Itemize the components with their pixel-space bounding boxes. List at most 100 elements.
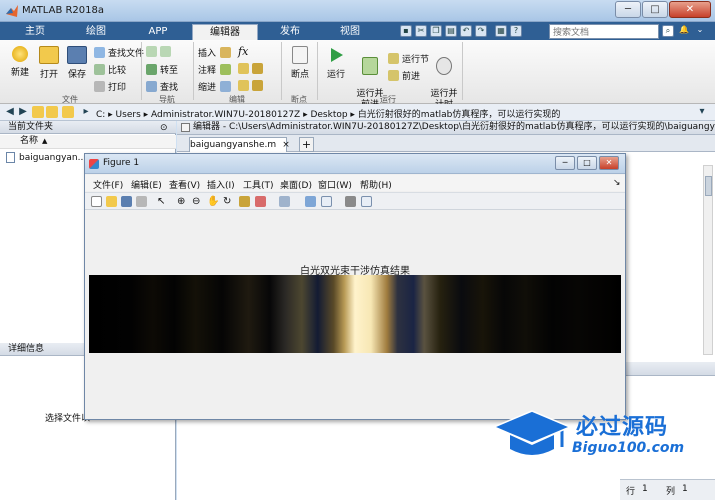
close-button[interactable]: ✕ (669, 1, 711, 18)
menu-help[interactable]: 帮助(H) (360, 178, 392, 191)
tab-view[interactable]: 视图 (322, 24, 378, 40)
pane-menu-icon[interactable]: ⊙ (160, 123, 168, 133)
open-file-icon[interactable] (106, 196, 117, 207)
menu-desktop[interactable]: 桌面(D) (280, 178, 312, 191)
menu-insert[interactable]: 插入(I) (207, 178, 235, 191)
menu-window[interactable]: 窗口(W) (318, 178, 352, 191)
dock-icon[interactable]: ↘ (613, 178, 621, 188)
zoom-in-icon[interactable]: ⊕ (177, 196, 188, 207)
print-figure-icon[interactable] (136, 196, 147, 207)
breakpoint-icon (292, 46, 308, 64)
search-folder-icon[interactable] (62, 106, 74, 118)
show-plot-tools-icon[interactable] (361, 196, 372, 207)
current-path[interactable]: C: ▸ Users ▸ Administrator.WIN7U-2018012… (96, 107, 560, 120)
editor-scrollbar[interactable] (703, 165, 713, 355)
figure-title-bar: Figure 1 ─ □ ✕ (85, 154, 625, 174)
address-dropdown-icon[interactable]: ▾ (696, 106, 708, 118)
switch-windows-icon[interactable]: ▦ (495, 25, 507, 37)
watermark-url: Biguo100.com (572, 440, 685, 456)
menu-edit[interactable]: 编辑(E) (131, 178, 162, 191)
new-icon (12, 46, 28, 62)
file-item[interactable]: baiguangyan... (6, 152, 86, 163)
link-plot-icon[interactable] (279, 196, 290, 207)
editor-tabs: baiguangyanshe.m × + (177, 135, 715, 152)
goto-icon (146, 64, 157, 75)
run-button[interactable]: 运行 (322, 46, 350, 80)
print-button[interactable]: 打印 (94, 80, 126, 93)
window-title: MATLAB R2018a (22, 5, 105, 16)
copy-quick-icon[interactable]: ❐ (430, 25, 442, 37)
comment-icon (220, 64, 232, 75)
figure-title: Figure 1 (103, 158, 140, 168)
rotate-icon[interactable]: ↻ (223, 196, 234, 207)
data-cursor-icon[interactable] (239, 196, 250, 207)
close-tab-icon[interactable]: × (282, 140, 290, 150)
tab-publish[interactable]: 发布 (262, 24, 318, 40)
column-header-name[interactable]: 名称 ▲ (0, 135, 176, 149)
menu-view[interactable]: 查看(V) (169, 178, 200, 191)
menu-file[interactable]: 文件(F) (93, 178, 123, 191)
notification-icon[interactable]: 🔔 (678, 25, 690, 37)
editor-doc-icon (181, 123, 190, 132)
new-tab-button[interactable]: + (299, 137, 314, 152)
goto-button[interactable]: 转至 (146, 63, 178, 76)
advance-button[interactable]: 前进 (388, 69, 420, 82)
new-figure-icon[interactable] (91, 196, 102, 207)
smart-indent-button[interactable] (238, 80, 266, 91)
comment-button[interactable]: 注释 (198, 63, 234, 76)
back-icon[interactable]: ◀ (4, 106, 16, 118)
tab-apps[interactable]: APP (130, 24, 186, 40)
redo-quick-icon[interactable]: ↷ (475, 25, 487, 37)
tab-home[interactable]: 主页 (8, 24, 62, 40)
find-files-button[interactable]: 查找文件 (94, 46, 144, 59)
colorbar-icon[interactable] (305, 196, 316, 207)
wrap-button[interactable] (238, 63, 266, 74)
breakpoints-button[interactable]: 断点 (286, 46, 314, 80)
save-quick-icon[interactable]: ▪ (400, 25, 412, 37)
figure-toolbar: ↖ ⊕ ⊖ ✋ ↻ (85, 192, 625, 210)
separator (141, 42, 142, 100)
new-button[interactable]: 新建 (6, 46, 34, 78)
editor-tab-file[interactable]: baiguangyanshe.m × (189, 137, 290, 152)
insert-button[interactable]: 插入 (198, 46, 234, 59)
insert-icon (220, 47, 232, 58)
figure-minimize-button[interactable]: ─ (555, 156, 575, 170)
back-forward-buttons[interactable] (146, 46, 174, 57)
compare-button[interactable]: 比较 (94, 63, 126, 76)
scroll-thumb[interactable] (705, 176, 712, 196)
undo-quick-icon[interactable]: ↶ (460, 25, 472, 37)
forward-icon[interactable]: ▶ (17, 106, 29, 118)
pointer-icon[interactable]: ↖ (157, 196, 168, 207)
pan-icon[interactable]: ✋ (207, 196, 219, 207)
cut-quick-icon[interactable]: ✂ (415, 25, 427, 37)
menu-tools[interactable]: 工具(T) (243, 178, 274, 191)
figure-maximize-button[interactable]: □ (577, 156, 597, 170)
browse-folder-icon[interactable] (46, 106, 58, 118)
hide-plot-tools-icon[interactable] (345, 196, 356, 207)
search-input[interactable] (549, 24, 659, 39)
figure-logo-icon (89, 159, 99, 169)
window-controls: ─ □ ✕ (614, 1, 711, 18)
minimize-button[interactable]: ─ (615, 1, 641, 18)
tab-plots[interactable]: 绘图 (68, 24, 124, 40)
legend-icon[interactable] (321, 196, 332, 207)
editor-header: 编辑器 - C:\Users\Administrator.WIN7U-20180… (177, 121, 715, 135)
open-button[interactable]: 打开 (36, 46, 62, 80)
search-icon[interactable]: ⌕ (662, 25, 674, 37)
paste-quick-icon[interactable]: ▤ (445, 25, 457, 37)
brush-icon[interactable] (255, 196, 266, 207)
zoom-out-icon[interactable]: ⊖ (192, 196, 203, 207)
indent-button[interactable]: 缩进 (198, 80, 234, 93)
fx-button[interactable]: fx (238, 45, 248, 58)
find-button[interactable]: 查找 (146, 80, 178, 93)
help-quick-icon[interactable]: ? (510, 25, 522, 37)
tab-editor[interactable]: 编辑器 (192, 24, 258, 40)
save-button[interactable]: 保存 (64, 46, 90, 80)
title-bar: MATLAB R2018a ─ □ ✕ (0, 0, 715, 22)
save-figure-icon[interactable] (121, 196, 132, 207)
folder-up-icon[interactable] (32, 106, 44, 118)
run-section-button[interactable]: 运行节 (388, 52, 429, 65)
expand-ribbon-icon[interactable]: ⌄ (694, 25, 706, 37)
figure-close-button[interactable]: ✕ (599, 156, 619, 170)
maximize-button[interactable]: □ (642, 1, 668, 18)
